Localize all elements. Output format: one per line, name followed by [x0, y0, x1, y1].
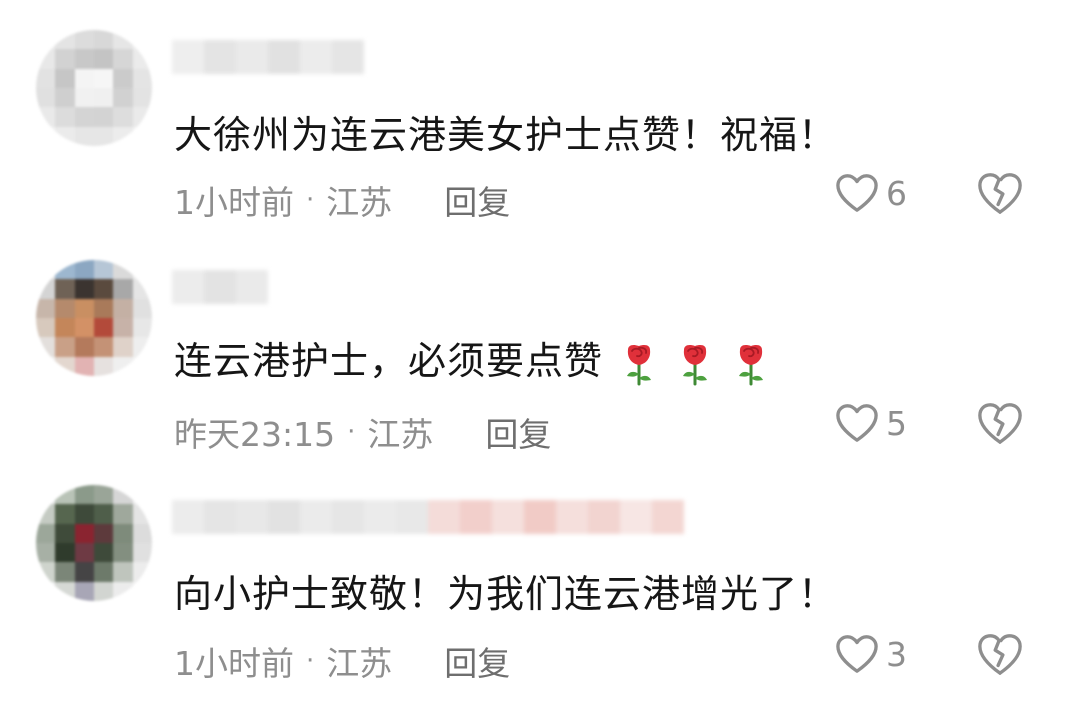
username-blurred[interactable]	[172, 500, 684, 534]
comment-text: 连云港护士，必须要点赞	[174, 330, 771, 386]
avatar[interactable]	[36, 485, 152, 601]
comment-item: 连云港护士，必须要点赞 昨天23:15 · 江苏 回复 5	[0, 240, 1080, 475]
rose-emoji-icon	[739, 344, 764, 385]
dislike-button[interactable]	[975, 170, 1025, 220]
comment-text-content: 连云港护士，必须要点赞	[174, 339, 604, 383]
like-count: 5	[886, 403, 907, 443]
like-button[interactable]: 5	[834, 402, 907, 444]
comment-text: 向小护士致敬！为我们连云港增光了！	[174, 572, 838, 616]
dislike-button[interactable]	[975, 400, 1025, 450]
comment-time: 昨天23:15	[174, 415, 336, 454]
comment-location: 江苏	[367, 415, 434, 454]
dislike-button[interactable]	[975, 631, 1025, 681]
like-count: 3	[886, 634, 907, 674]
comment-meta: 1小时前 · 江苏 回复	[174, 176, 510, 224]
reply-button[interactable]: 回复	[444, 176, 510, 224]
broken-heart-icon	[978, 634, 1022, 675]
rose-emoji-group	[603, 339, 771, 385]
comment-meta: 1小时前 · 江苏 回复	[174, 637, 510, 685]
separator-dot: ·	[306, 185, 315, 215]
username-blurred[interactable]	[172, 40, 364, 74]
comment-meta: 昨天23:15 · 江苏 回复	[174, 408, 551, 456]
comment-location: 江苏	[326, 644, 393, 683]
reply-button[interactable]: 回复	[485, 408, 551, 456]
heart-outline-icon	[836, 635, 878, 673]
reply-button[interactable]: 回复	[444, 637, 510, 685]
comment-item: 大徐州为连云港美女护士点赞！祝福！ 1小时前 · 江苏 回复 6	[0, 0, 1080, 240]
comment-time: 1小时前	[174, 644, 294, 683]
comment-time: 1小时前	[174, 183, 294, 222]
rose-emoji-icon	[683, 344, 708, 385]
rose-emoji-icon	[627, 344, 652, 385]
comment-text: 大徐州为连云港美女护士点赞！祝福！	[174, 113, 838, 157]
separator-dot: ·	[347, 417, 356, 447]
username-blurred[interactable]	[172, 270, 268, 304]
like-count: 6	[886, 173, 907, 213]
broken-heart-icon	[978, 173, 1022, 214]
broken-heart-icon	[978, 403, 1022, 444]
like-button[interactable]: 3	[834, 633, 907, 675]
comment-item: 向小护士致敬！为我们连云港增光了！ 1小时前 · 江苏 回复 3	[0, 475, 1080, 709]
heart-outline-icon	[836, 174, 878, 212]
heart-outline-icon	[836, 404, 878, 442]
like-button[interactable]: 6	[834, 172, 907, 214]
avatar[interactable]	[36, 30, 152, 146]
separator-dot: ·	[306, 646, 315, 676]
avatar[interactable]	[36, 260, 152, 376]
comment-location: 江苏	[326, 183, 393, 222]
